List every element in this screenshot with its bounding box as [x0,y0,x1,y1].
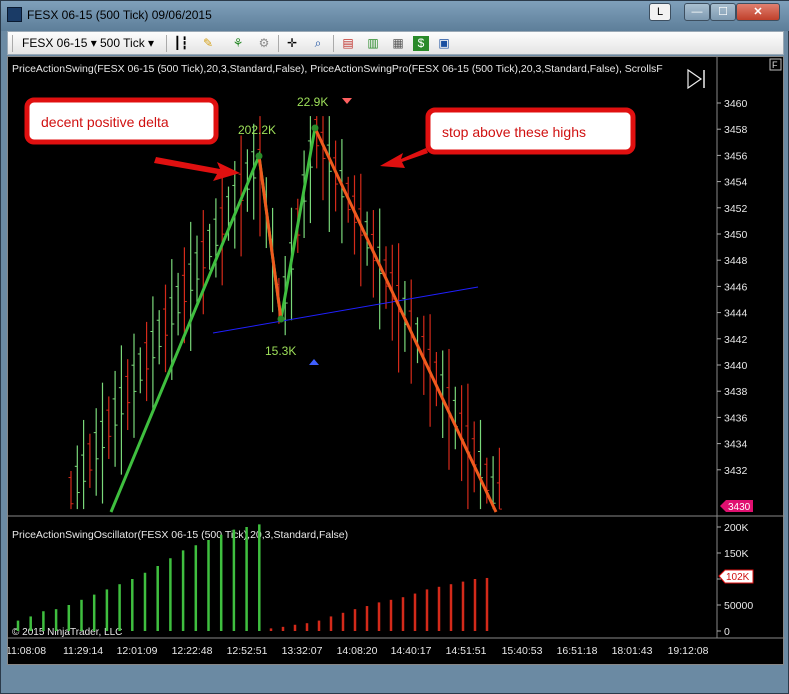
time-tick-label: 19:12:08 [668,645,709,657]
time-tick-label: 12:01:09 [117,645,158,657]
oscillator-current-tag: 102K [718,569,754,584]
swing-high-marker-1 [255,152,263,160]
chart-trader-icon[interactable]: ▤ [340,36,356,51]
swing-high-marker-2 [311,124,319,132]
time-axis-ticks: 11:08:08 11:29:14 12:01:09 12:22:48 12:52:51… [6,645,709,657]
down-arrow-marker [342,98,352,104]
price-bars [68,116,502,510]
price-tick-label: 3454 [724,177,748,189]
price-tick-label: 3450 [724,229,748,241]
interval-value: 500 Tick [100,36,145,50]
price-tick-label: 3444 [724,308,748,320]
template-icon[interactable]: ▣ [436,36,452,51]
crosshair-icon[interactable]: ✛ [284,36,300,51]
swing-label-high2: 22.9K [297,95,328,109]
close-button[interactable]: ✕ [736,3,780,21]
osc-tick-label: 150K [724,548,749,560]
toolbar-grip [12,35,13,52]
price-tick-label: 3456 [724,150,748,162]
price-chart-svg: F PriceActionSwing(FESX 06-15 (500 Tick)… [6,57,785,657]
instrument-dropdown[interactable]: FESX 06-15 ▾ [22,36,97,50]
time-tick-label: 12:22:48 [172,645,213,657]
time-tick-label: 14:51:51 [446,645,487,657]
scroll-end-icon[interactable] [687,68,705,90]
price-tick-label: 3460 [724,98,748,110]
toolbar-separator [333,35,334,52]
price-tick-label: 3442 [724,334,748,346]
minimize-button[interactable]: — [684,3,710,21]
time-tick-label: 18:01:43 [612,645,653,657]
callout-left: decent positive delta [24,97,219,145]
time-tick-label: 11:08:08 [8,645,46,657]
maximize-button[interactable]: ☐ [710,3,736,21]
swing-low-marker [277,315,285,323]
interval-dropdown[interactable]: 500 Tick ▾ [100,36,154,50]
price-axis-ticks: 3460 3458 3456 3454 3452 3450 3448 3446 3444 3442… [717,98,748,477]
zoom-icon[interactable]: ⌕ [310,36,326,51]
osc-tick-label: 50000 [724,600,753,612]
callout-right: stop above these highs [425,107,636,155]
chart-window: FESX 06-15 (500 Tick) 09/06/2015 L — ☐ ✕… [0,0,789,694]
app-icon [7,7,22,22]
price-tick-label: 3458 [724,124,748,136]
oscillator-label: PriceActionSwingOscillator(FESX 06-15 (5… [12,529,348,541]
instrument-value: FESX 06-15 [22,36,88,50]
swing-label-high1: 202.2K [238,123,276,137]
price-tick-label: 3440 [724,360,748,372]
price-tick-label: 3446 [724,281,748,293]
up-arrow-marker [309,359,319,365]
data-box-icon[interactable]: ▥ [365,36,381,51]
current-price-value: 3430 [728,502,751,513]
toolbar-separator [278,35,279,52]
strategy-icon[interactable]: ⚙ [256,36,272,51]
time-tick-label: 14:08:20 [337,645,378,657]
chart-canvas[interactable]: F PriceActionSwing(FESX 06-15 (500 Tick)… [6,56,785,665]
osc-tick-label: 0 [724,626,730,638]
swing-up-line [109,127,317,513]
time-tick-label: 16:51:18 [557,645,598,657]
price-tick-label: 3452 [724,203,748,215]
chart-toolbar: FESX 06-15 ▾ 500 Tick ▾ ┃┇ ✎ ⚘ ⚙ ✛ ⌕ ▤ ▥… [7,31,784,55]
panel-button-label: F [772,60,778,70]
window-title: FESX 06-15 (500 Tick) 09/06/2015 [27,8,212,22]
dollar-icon[interactable]: $ [413,36,429,51]
swing-down-line-2 [313,127,498,513]
time-tick-label: 13:32:07 [282,645,323,657]
callout-right-text: stop above these highs [442,124,586,140]
trendline[interactable] [212,286,479,334]
price-tick-label: 3438 [724,386,748,398]
time-tick-label: 14:40:17 [391,645,432,657]
title-bar[interactable]: FESX 06-15 (500 Tick) 09/06/2015 L — ☐ ✕ [1,1,789,31]
time-tick-label: 15:40:53 [502,645,543,657]
price-tick-label: 3448 [724,255,748,267]
chart-properties-icon[interactable]: ▦ [390,36,406,51]
price-tick-label: 3436 [724,412,748,424]
swing-label-low1: 15.3K [265,344,296,358]
drawing-pencil-icon[interactable]: ✎ [200,36,216,51]
add-indicator-icon[interactable]: ⚘ [230,36,246,51]
price-tick-label: 3434 [724,439,748,451]
arrow-left-icon [154,157,240,181]
current-price-tag: 3430 [720,500,753,513]
time-tick-label: 12:52:51 [227,645,268,657]
callout-left-text: decent positive delta [41,114,169,130]
link-button[interactable]: L [649,3,671,21]
swing-down-line-1 [257,155,283,320]
time-tick-label: 11:29:14 [63,645,103,657]
oscillator-current-value: 102K [726,572,750,583]
price-tick-label: 3432 [724,465,748,477]
bar-style-icon[interactable]: ┃┇ [173,36,189,51]
indicator-label: PriceActionSwing(FESX 06-15 (500 Tick),2… [12,63,663,75]
osc-tick-label: 200K [724,522,749,534]
arrow-right-icon [380,148,428,168]
toolbar-separator [166,35,167,52]
